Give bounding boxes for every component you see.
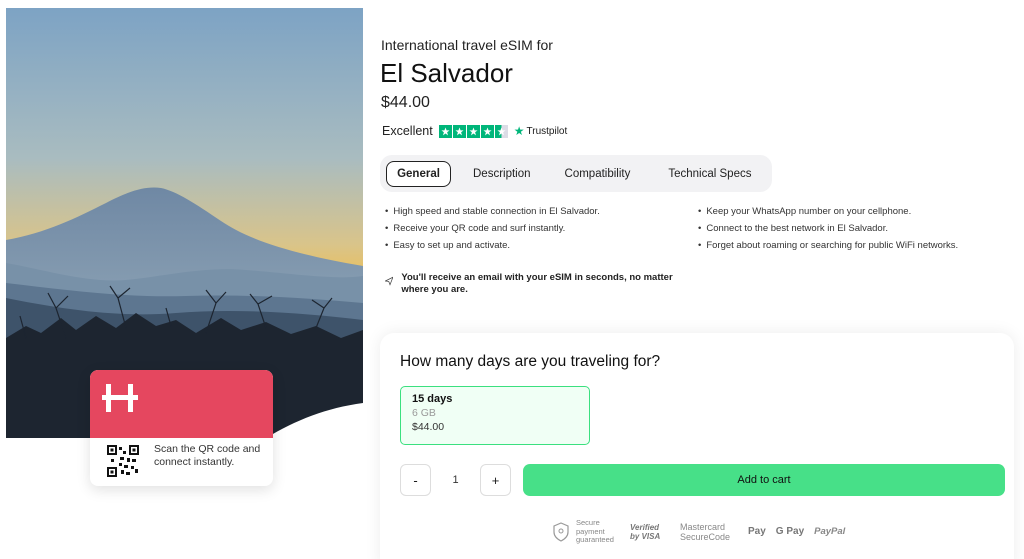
tab-general[interactable]: General <box>386 160 451 187</box>
feature-item: Connect to the best network in El Salvad… <box>698 223 958 240</box>
apple-pay-logo: Pay <box>748 526 766 538</box>
tab-technical-specs[interactable]: Technical Specs <box>656 161 763 187</box>
days-question: How many days are you traveling for? <box>400 353 661 370</box>
star-icon <box>452 124 466 138</box>
quantity-decrease-button[interactable]: - <box>400 464 431 496</box>
rating-label: Excellent <box>382 124 433 138</box>
paypal-logo: PayPal <box>814 526 846 538</box>
star-icon <box>466 124 480 138</box>
feature-item: Forget about roaming or searching for pu… <box>698 240 958 257</box>
star-icon <box>480 124 494 138</box>
secure-payment-text: Secure payment guaranteed <box>576 518 614 544</box>
send-icon <box>385 276 394 286</box>
brand-banner <box>90 370 273 438</box>
product-title: El Salvador <box>380 58 513 88</box>
tab-compatibility[interactable]: Compatibility <box>553 161 643 187</box>
trustpilot-logo: ★ Trustpilot <box>513 124 568 138</box>
plan-price: $44.00 <box>412 421 445 433</box>
mastercard-logo: Mastercard SecureCode <box>680 521 731 542</box>
secure-payment-badge: Secure payment guaranteed <box>552 518 620 545</box>
quantity-input[interactable]: 1 <box>431 464 480 496</box>
plan-data: 6 GB <box>412 407 436 419</box>
holafly-logo-icon <box>102 384 138 412</box>
trustpilot-rating[interactable]: Excellent ★ Trustpilot <box>382 123 567 139</box>
visa-logo: Verified by VISA <box>630 522 661 541</box>
google-pay-logo: G Pay <box>775 526 805 538</box>
quantity-increase-button[interactable]: + <box>480 464 511 496</box>
feature-item: Receive your QR code and surf instantly. <box>385 223 600 240</box>
qr-code-icon <box>107 445 139 477</box>
payment-methods: Secure payment guaranteed Verified by VI… <box>552 518 846 545</box>
feature-item: Keep your WhatsApp number on your cellph… <box>698 206 958 223</box>
trustpilot-star-icon: ★ <box>513 124 525 138</box>
plan-option-15-days[interactable]: 15 days 6 GB $44.00 <box>400 386 590 445</box>
product-tabs: General Description Compatibility Techni… <box>380 155 772 192</box>
qr-promo-card: Scan the QR code and connect instantly. <box>90 370 273 486</box>
tab-description[interactable]: Description <box>461 161 543 187</box>
shield-icon <box>553 522 569 542</box>
star-icon <box>438 124 452 138</box>
features-list-right: Keep your WhatsApp number on your cellph… <box>698 206 958 257</box>
feature-item: High speed and stable connection in El S… <box>385 206 600 223</box>
add-to-cart-button[interactable]: Add to cart <box>523 464 1005 496</box>
rating-stars <box>438 124 508 138</box>
product-page: Scan the QR code and connect instantly. … <box>0 0 1024 559</box>
email-delivery-note: You'll receive an email with your eSIM i… <box>385 272 685 296</box>
plan-days: 15 days <box>412 393 453 405</box>
half-star-icon <box>494 124 508 138</box>
features-list-left: High speed and stable connection in El S… <box>385 206 600 257</box>
feature-item: Easy to set up and activate. <box>385 240 600 257</box>
product-subtitle: International travel eSIM for <box>381 37 553 53</box>
qr-card-text: Scan the QR code and connect instantly. <box>154 443 261 468</box>
purchase-panel: How many days are you traveling for? 15 … <box>380 333 1014 559</box>
product-price: $44.00 <box>381 94 430 111</box>
